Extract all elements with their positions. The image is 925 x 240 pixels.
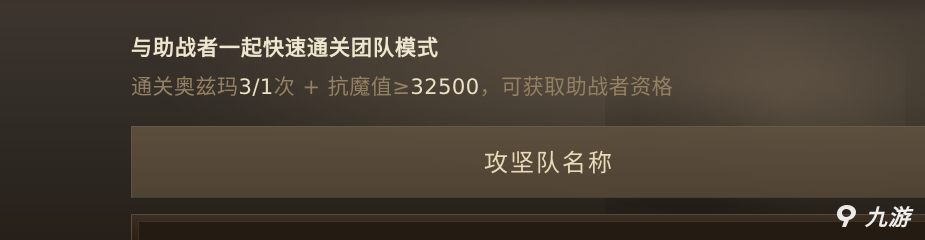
requirement-prefix: 通关奥兹玛 xyxy=(131,75,239,99)
jiuyou-logo-icon xyxy=(836,205,856,227)
site-watermark: 九游 xyxy=(833,200,911,232)
team-name-label: 攻坚队名称 xyxy=(484,149,614,177)
team-name-button[interactable]: 攻坚队名称 xyxy=(131,126,925,198)
clear-count: 3/1 xyxy=(238,75,274,99)
requirement-times-unit: 次 + 抗魔值≥ xyxy=(273,75,411,99)
assist-requirement-text: 通关奥兹玛3/1次 + 抗魔值≥32500，可获取助战者资格 xyxy=(131,73,673,101)
watermark-text: 九游 xyxy=(864,206,911,231)
anti-magic-value: 32500 xyxy=(410,75,480,99)
requirement-suffix: ，可获取助战者资格 xyxy=(479,75,674,99)
team-list-panel-inner xyxy=(138,221,925,240)
team-list-panel xyxy=(131,214,925,240)
mode-title: 与助战者一起快速通关团队模式 xyxy=(131,36,439,60)
